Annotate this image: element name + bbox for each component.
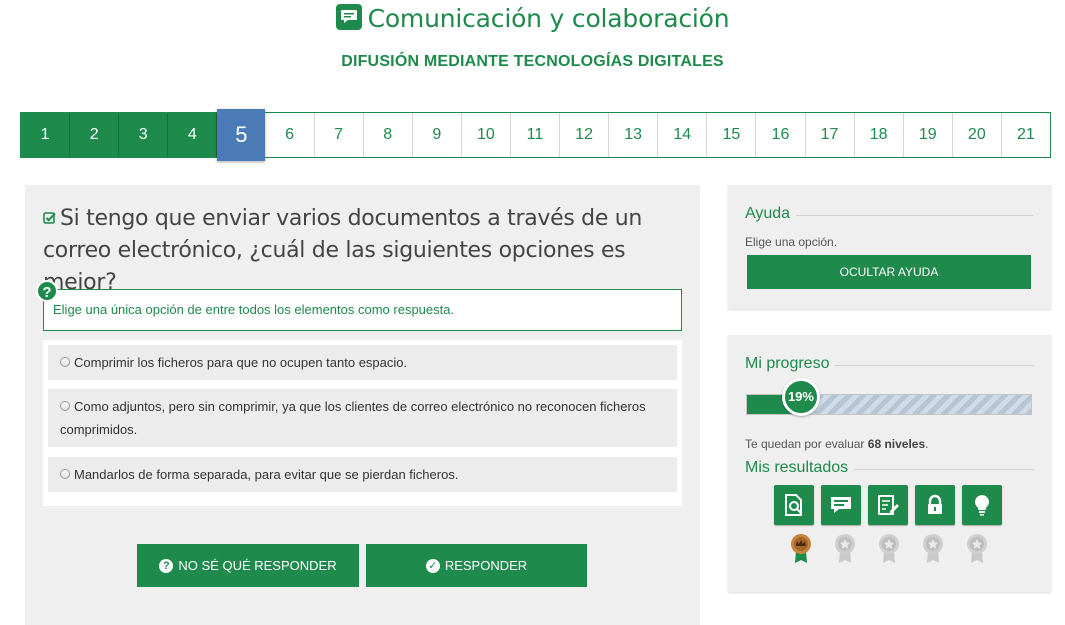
level-17[interactable]: 17 xyxy=(806,113,855,157)
help-icon[interactable]: ? xyxy=(36,280,58,302)
results-badges xyxy=(774,485,1009,525)
level-6[interactable]: 6 xyxy=(265,113,315,157)
level-19[interactable]: 19 xyxy=(904,113,953,157)
help-panel: Ayuda Elige una opción. OCULTAR AYUDA xyxy=(728,185,1051,309)
hint-box: Elige una única opción de entre todos lo… xyxy=(43,289,682,331)
dont-know-button[interactable]: ? NO SÉ QUÉ RESPONDER xyxy=(137,544,359,587)
medal-locked-icon xyxy=(965,533,989,565)
answer-option-label: Mandarlos de forma separada, para evitar… xyxy=(74,467,459,482)
radio-button[interactable] xyxy=(60,469,70,479)
chat-icon[interactable] xyxy=(821,485,861,525)
dont-know-label: NO SÉ QUÉ RESPONDER xyxy=(178,558,337,573)
page-subtitle: DIFUSIÓN MEDIANTE TECNOLOGÍAS DIGITALES xyxy=(341,53,724,70)
level-12[interactable]: 12 xyxy=(560,113,610,157)
medal-locked-icon xyxy=(921,533,945,565)
answer-option[interactable]: Como adjuntos, pero sin comprimir, ya qu… xyxy=(48,389,677,447)
level-14[interactable]: 14 xyxy=(658,113,708,157)
level-16[interactable]: 16 xyxy=(756,113,806,157)
medal-locked-icon xyxy=(877,533,901,565)
level-2[interactable]: 2 xyxy=(70,113,120,157)
progress-panel: Mi progreso 19% Te quedan por evaluar 68… xyxy=(728,335,1051,592)
answer-option-label: Como adjuntos, pero sin comprimir, ya qu… xyxy=(60,399,646,437)
level-1[interactable]: 1 xyxy=(21,113,71,157)
chat-icon xyxy=(335,3,362,30)
level-8[interactable]: 8 xyxy=(364,113,413,157)
question-icon: ? xyxy=(159,559,174,573)
radio-button[interactable] xyxy=(60,357,70,367)
document-search-icon[interactable] xyxy=(774,485,814,525)
hint-text: Elige una única opción de entre todos lo… xyxy=(53,302,455,317)
level-18[interactable]: 18 xyxy=(855,113,904,157)
question-text: Si tengo que enviar varios documentos a … xyxy=(43,206,643,295)
bronze-medal-icon xyxy=(789,533,813,565)
progress-heading: Mi progreso xyxy=(745,355,836,373)
remaining-suffix: . xyxy=(925,437,929,451)
options-list: Comprimir los ficheros para que no ocupe… xyxy=(43,340,682,506)
page-header: Comunicación y colaboración DIFUSIÓN MED… xyxy=(0,0,1065,100)
question-title: Si tengo que enviar varios documentos a … xyxy=(43,203,693,299)
checkbox-edit-icon xyxy=(43,212,56,224)
hide-help-button[interactable]: OCULTAR AYUDA xyxy=(747,255,1031,289)
progress-percent: 19% xyxy=(781,378,820,416)
answer-label: RESPONDER xyxy=(444,558,528,573)
level-15[interactable]: 15 xyxy=(707,113,757,157)
question-panel: Si tengo que enviar varios documentos a … xyxy=(25,185,700,625)
help-text: Elige una opción. xyxy=(745,235,838,249)
medal-locked-icon xyxy=(833,533,857,565)
remaining-prefix: Te quedan por evaluar xyxy=(745,437,868,451)
remaining-text: Te quedan por evaluar 68 niveles. xyxy=(745,437,928,451)
remaining-count: 68 niveles xyxy=(867,437,926,451)
edit-document-icon[interactable] xyxy=(868,485,908,525)
radio-button[interactable] xyxy=(60,401,70,411)
answer-option[interactable]: Mandarlos de forma separada, para evitar… xyxy=(48,457,677,492)
lightbulb-icon[interactable] xyxy=(962,485,1002,525)
help-heading: Ayuda xyxy=(745,205,797,223)
check-circle-icon: ✓ xyxy=(425,559,440,573)
level-9[interactable]: 9 xyxy=(413,113,462,157)
level-3[interactable]: 3 xyxy=(119,113,169,157)
progress-bar: 19% xyxy=(746,378,1032,416)
level-4[interactable]: 4 xyxy=(168,113,218,157)
lock-icon[interactable] xyxy=(915,485,955,525)
level-navigation: 1 2 3 4 5 6 7 8 9 10 11 12 13 14 15 16 17 18 19 20 21 xyxy=(20,109,1051,161)
level-13[interactable]: 13 xyxy=(609,113,659,157)
page-title: Comunicación y colaboración xyxy=(367,4,730,33)
level-20[interactable]: 20 xyxy=(953,113,1002,157)
answer-option-label: Comprimir los ficheros para que no ocupe… xyxy=(74,355,408,370)
answer-button[interactable]: ✓ RESPONDER xyxy=(366,544,587,587)
answer-option[interactable]: Comprimir los ficheros para que no ocupe… xyxy=(48,345,677,380)
level-10[interactable]: 10 xyxy=(462,113,511,157)
level-5[interactable]: 5 xyxy=(217,109,266,161)
level-21[interactable]: 21 xyxy=(1002,113,1050,157)
level-7[interactable]: 7 xyxy=(315,113,364,157)
title-row: Comunicación y colaboración xyxy=(0,3,1065,33)
results-heading: Mis resultados xyxy=(745,459,855,477)
level-11[interactable]: 11 xyxy=(511,113,561,157)
medals xyxy=(789,533,1009,565)
